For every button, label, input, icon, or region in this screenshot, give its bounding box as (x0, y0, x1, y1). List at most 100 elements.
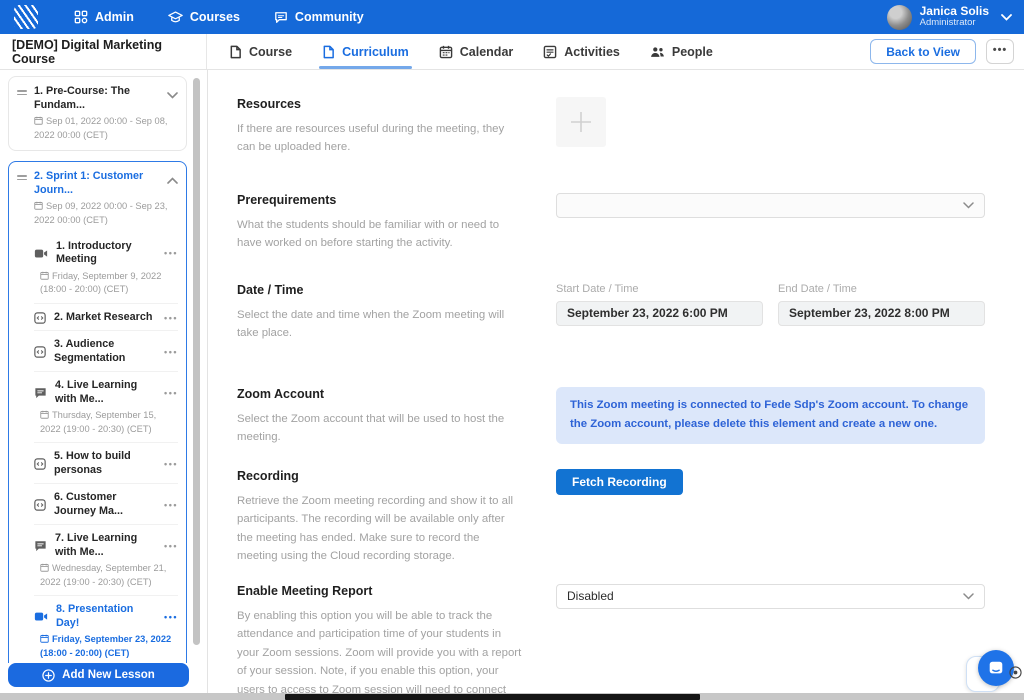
dock-bar (285, 694, 700, 700)
course-header: [DEMO] Digital Marketing Course CourseCu… (0, 34, 1024, 70)
element-item[interactable]: 5. How to build personas••• (34, 442, 178, 483)
element-icon (34, 346, 46, 358)
chat-icon (34, 387, 47, 399)
tab-label: Course (249, 45, 292, 59)
app-logo-icon[interactable] (14, 5, 38, 29)
start-date-input[interactable]: September 23, 2022 6:00 PM (556, 301, 763, 326)
user-meta: Janica Solis Administrator (920, 5, 989, 30)
user-menu[interactable]: Janica Solis Administrator (887, 5, 1012, 30)
sidebar-scrollbar[interactable] (193, 78, 200, 645)
chat-icon (34, 540, 47, 552)
eye-icon[interactable] (1009, 666, 1022, 684)
lesson-header[interactable]: 2. Sprint 1: Customer Journ... (17, 169, 178, 197)
element-item[interactable]: 6. Customer Journey Ma...••• (34, 483, 178, 524)
element-list: 1. Introductory Meeting•••Friday, Septem… (34, 233, 178, 663)
zoom-account-title: Zoom Account (237, 387, 522, 401)
file-icon (229, 45, 242, 59)
window-bottom-edge (0, 693, 1024, 700)
start-date-label: Start Date / Time (556, 283, 763, 295)
nav-item-community[interactable]: Community (274, 10, 364, 24)
nav-item-label: Community (295, 10, 364, 24)
tab-activities[interactable]: Activities (543, 34, 620, 69)
top-nav-menu: Admin Courses Community (74, 10, 364, 24)
lesson-header[interactable]: 1. Pre-Course: The Fundam... (17, 84, 178, 112)
user-name: Janica Solis (920, 5, 989, 19)
element-item[interactable]: 1. Introductory Meeting•••Friday, Septem… (34, 233, 178, 303)
nav-item-courses[interactable]: Courses (168, 10, 240, 24)
lesson-card: 1. Pre-Course: The Fundam...Sep 01, 2022… (8, 76, 187, 151)
calendar-icon (40, 410, 52, 420)
element-settings-panel: Resources If there are resources useful … (208, 70, 1024, 693)
chevron-down-icon[interactable] (167, 86, 178, 104)
element-icon (34, 458, 46, 470)
end-date-input[interactable]: September 23, 2022 8:00 PM (778, 301, 985, 326)
element-item[interactable]: 4. Live Learning with Me... ••• Thursday, … (34, 371, 178, 442)
tab-people[interactable]: People (650, 34, 713, 69)
lesson-card: 2. Sprint 1: Customer Journ... Sep 09, 20… (8, 161, 187, 663)
avatar (887, 5, 912, 30)
admin-grid-icon (74, 10, 88, 24)
element-menu-button[interactable]: ••• (164, 388, 178, 398)
nav-item-label: Admin (95, 10, 134, 24)
element-item[interactable]: 2. Market Research••• (34, 303, 178, 330)
video-icon (34, 611, 48, 622)
tab-curriculum[interactable]: Curriculum (322, 34, 409, 69)
calendar-icon (34, 116, 46, 126)
element-title: 4. Live Learning with Me... (55, 379, 156, 406)
tab-calendar[interactable]: Calendar (439, 34, 514, 69)
curriculum-sidebar: 1. Pre-Course: The Fundam...Sep 01, 2022… (0, 70, 208, 693)
datetime-row: Date / Time Select the date and time whe… (237, 283, 985, 343)
meeting-report-desc: By enabling this option you will be able… (237, 607, 522, 700)
element-title: 3. Audience Segmentation (54, 338, 156, 365)
element-item[interactable]: 8. Presentation Day!•••Friday, September… (34, 595, 178, 663)
tab-course[interactable]: Course (229, 34, 292, 69)
more-options-button[interactable]: ••• (986, 39, 1014, 64)
meeting-report-row: Enable Meeting Report By enabling this o… (237, 584, 985, 700)
recording-desc: Retrieve the Zoom meeting recording and … (237, 492, 522, 566)
element-date: Thursday, September 15, 2022 (19:00 - 20… (40, 409, 178, 436)
activities-icon (543, 45, 557, 59)
tab-label: Curriculum (342, 45, 409, 59)
fetch-recording-button[interactable]: Fetch Recording (556, 469, 683, 495)
calendar-icon (40, 634, 52, 644)
drag-handle-icon[interactable] (17, 173, 27, 182)
element-menu-button[interactable]: ••• (164, 612, 178, 622)
zoom-account-desc: Select the Zoom account that will be use… (237, 410, 522, 447)
calendar-icon (34, 201, 46, 211)
nav-item-label: Courses (190, 10, 240, 24)
lesson-date: Sep 09, 2022 00:00 - Sep 23, 2022 00:00 … (34, 200, 178, 227)
lesson-title: 2. Sprint 1: Customer Journ... (34, 169, 160, 197)
element-title: 7. Live Learning with Me... (55, 532, 156, 559)
resources-row: Resources If there are resources useful … (237, 97, 985, 157)
meeting-report-select[interactable]: Disabled (556, 584, 985, 609)
back-to-view-button[interactable]: Back to View (870, 39, 976, 64)
element-menu-button[interactable]: ••• (164, 459, 178, 469)
top-navbar: Admin Courses Community Janica Solis Admin… (0, 0, 1024, 34)
element-menu-button[interactable]: ••• (164, 347, 178, 357)
element-menu-button[interactable]: ••• (164, 500, 178, 510)
nav-item-admin[interactable]: Admin (74, 10, 134, 24)
resource-upload-button[interactable] (556, 97, 606, 147)
prerequirements-select[interactable] (556, 193, 985, 218)
drag-handle-icon[interactable] (17, 88, 27, 97)
element-menu-button[interactable]: ••• (164, 248, 178, 258)
prerequirements-row: Prerequirements What the students should… (237, 193, 985, 253)
chat-widget (966, 650, 1018, 692)
element-item[interactable]: 3. Audience Segmentation ••• (34, 330, 178, 371)
element-menu-button[interactable]: ••• (164, 313, 178, 323)
add-new-lesson-button[interactable]: Add New Lesson (8, 663, 189, 687)
meeting-report-value: Disabled (567, 589, 963, 603)
page-body: 1. Pre-Course: The Fundam...Sep 01, 2022… (0, 70, 1024, 693)
chevron-up-icon[interactable] (167, 171, 178, 189)
element-menu-button[interactable]: ••• (164, 541, 178, 551)
meeting-report-title: Enable Meeting Report (237, 584, 522, 598)
element-item[interactable]: 7. Live Learning with Me...•••Wednesday,… (34, 524, 178, 595)
calendar-icon (40, 563, 52, 573)
element-icon (34, 312, 46, 324)
datetime-desc: Select the date and time when the Zoom m… (237, 306, 522, 343)
datetime-title: Date / Time (237, 283, 522, 297)
element-icon (34, 499, 46, 511)
tab-label: Calendar (460, 45, 514, 59)
zoom-account-row: Zoom Account Select the Zoom account tha… (237, 387, 985, 447)
chevron-down-icon (1001, 8, 1012, 26)
